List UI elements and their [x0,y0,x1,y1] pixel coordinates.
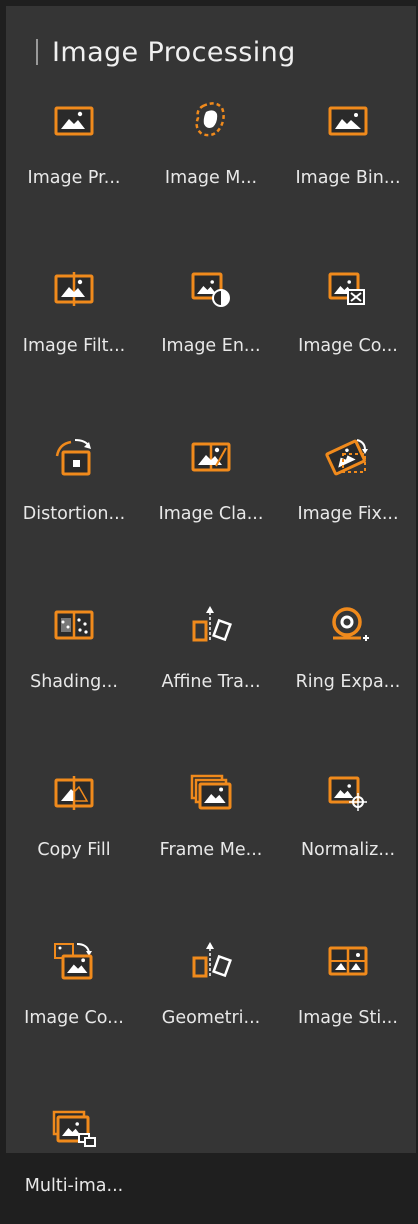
normalize-icon [323,768,373,818]
tool-label: Image Co... [24,1008,124,1028]
tool-item[interactable]: Frame Me... [143,768,279,888]
tool-label: Image M... [164,168,258,188]
panel-title: Image Processing [52,36,296,68]
tool-label: Image Filt... [22,336,126,356]
compare-image-icon [323,264,373,314]
tool-item[interactable]: Image Pr... [6,96,142,216]
copy-fill-icon [49,768,99,818]
tool-item[interactable]: Affine Tra... [143,600,279,720]
tool-label: Normaliz... [300,840,396,860]
tool-label: Distortion... [22,504,126,524]
ring-expand-icon [323,600,373,650]
multi-image-icon [49,1104,99,1154]
fix-image-icon [323,432,373,482]
contrast-image-icon [186,264,236,314]
tool-label: Image Co... [298,336,398,356]
tool-label: Image En... [161,336,261,356]
tool-item[interactable]: Image M... [143,96,279,216]
tool-item[interactable]: Image Bin... [280,96,416,216]
tool-label: Geometri... [161,1008,261,1028]
tool-item[interactable]: Ring Expa... [280,600,416,720]
tool-label: Image Sti... [298,1008,398,1028]
tool-label: Frame Me... [159,840,263,860]
shading-icon [49,600,99,650]
tool-label: Image Bin... [295,168,401,188]
distortion-icon [49,432,99,482]
tool-item[interactable]: Copy Fill [6,768,142,888]
tool-label: Image Pr... [27,168,121,188]
mask-icon [186,96,236,146]
tool-item[interactable]: Image En... [143,264,279,384]
panel-header: Image Processing [36,34,296,70]
filter-image-icon [49,264,99,314]
tool-item[interactable]: Shading... [6,600,142,720]
tool-item[interactable]: Geometri... [143,936,279,1056]
tool-item[interactable]: Image Co... [6,936,142,1056]
classify-image-icon [186,432,236,482]
tool-label: Image Fix... [297,504,399,524]
tool-item[interactable]: Image Sti... [280,936,416,1056]
tool-item[interactable]: Normaliz... [280,768,416,888]
tool-label: Affine Tra... [161,672,261,692]
tool-item[interactable]: Multi-ima... [6,1104,142,1224]
image-processing-panel: Image Processing Image Pr... Image M... Im… [6,6,416,1196]
stitch-image-icon [323,936,373,986]
binary-image-icon [323,96,373,146]
tool-item[interactable]: Distortion... [6,432,142,552]
tool-item[interactable]: Image Fix... [280,432,416,552]
header-divider [36,39,38,65]
combine-image-icon [49,936,99,986]
tool-item[interactable]: Image Filt... [6,264,142,384]
frame-merge-icon [186,768,236,818]
geometric-transform-icon [186,936,236,986]
tool-label: Copy Fill [37,840,111,860]
tool-item[interactable]: Image Cla... [143,432,279,552]
tool-label: Ring Expa... [295,672,401,692]
image-icon [49,96,99,146]
affine-transform-icon [186,600,236,650]
tool-item[interactable]: Image Co... [280,264,416,384]
tool-label: Image Cla... [158,504,264,524]
tool-label: Multi-ima... [24,1176,124,1196]
tool-label: Shading... [30,672,118,692]
